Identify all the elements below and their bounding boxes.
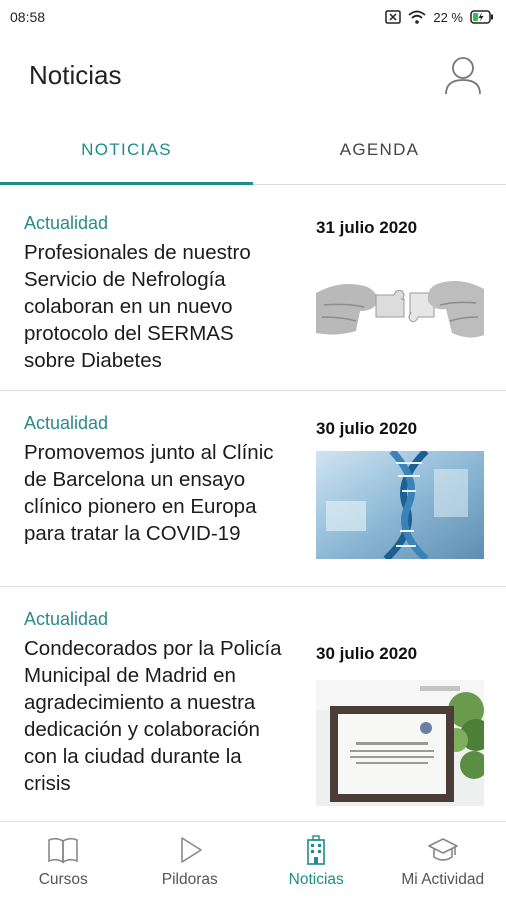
news-item[interactable]: Actualidad Condecorados por la Policía M…	[0, 587, 506, 821]
tab-noticias[interactable]: NOTICIAS	[0, 116, 253, 184]
nav-label: Mi Actividad	[401, 871, 484, 889]
nav-label: Pildoras	[162, 871, 218, 889]
news-thumbnail-image	[316, 271, 484, 349]
nav-pildoras[interactable]: Pildoras	[127, 822, 254, 901]
status-bar: 08:58 22 %	[0, 0, 506, 34]
book-icon	[47, 835, 79, 865]
news-title: Condecorados por la Policía Municipal de…	[24, 635, 282, 797]
news-title: Promovemos junto al Clínic de Barcelona …	[24, 439, 282, 547]
nav-cursos[interactable]: Cursos	[0, 822, 127, 901]
page-title: Noticias	[29, 60, 121, 91]
nav-label: Noticias	[289, 871, 344, 889]
app-bar: Noticias	[0, 34, 506, 116]
tab-agenda[interactable]: AGENDA	[253, 116, 506, 184]
news-category: Actualidad	[24, 213, 108, 234]
nav-noticias[interactable]: Noticias	[253, 822, 380, 901]
play-icon	[174, 835, 206, 865]
news-list: Actualidad Profesionales de nuestro Serv…	[0, 185, 506, 821]
nav-label: Cursos	[39, 871, 88, 889]
tab-bar: NOTICIAS AGENDA	[0, 116, 506, 185]
building-icon	[300, 835, 332, 865]
graduation-cap-icon	[427, 835, 459, 865]
nav-mi-actividad[interactable]: Mi Actividad	[380, 822, 506, 901]
status-indicators: 22 %	[385, 10, 494, 25]
news-category: Actualidad	[24, 413, 108, 434]
news-item[interactable]: Actualidad Promovemos junto al Clínic de…	[0, 391, 506, 587]
wifi-icon	[408, 10, 426, 24]
news-date: 31 julio 2020	[316, 218, 417, 238]
sim-off-icon	[385, 10, 401, 24]
news-thumbnail-image	[316, 680, 484, 806]
news-date: 30 julio 2020	[316, 419, 417, 439]
news-date: 30 julio 2020	[316, 644, 417, 664]
news-thumbnail-image	[316, 451, 484, 559]
news-category: Actualidad	[24, 609, 108, 630]
bottom-navigation: Cursos Pildoras Noticias Mi Actividad	[0, 821, 506, 901]
news-title: Profesionales de nuestro Servicio de Nef…	[24, 239, 282, 374]
battery-charging-icon	[470, 10, 494, 24]
profile-icon[interactable]	[444, 55, 482, 95]
news-item[interactable]: Actualidad Profesionales de nuestro Serv…	[0, 185, 506, 391]
status-time: 08:58	[10, 9, 45, 25]
battery-percent: 22 %	[433, 10, 463, 25]
